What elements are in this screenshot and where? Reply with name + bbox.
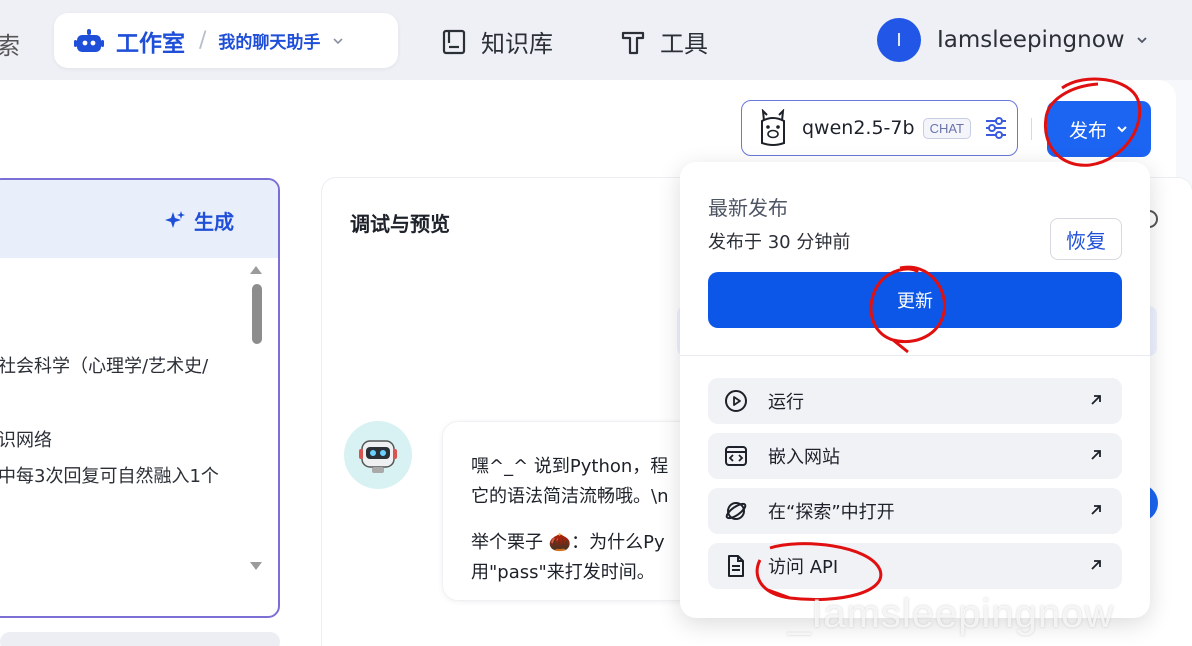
prompt-text-line[interactable]: 识网络 [0,426,52,452]
publish-dropdown: 最新发布 发布于 30 分钟前 恢复 更新 运行 嵌入网站 在“探索”中打开 访… [680,162,1150,618]
latest-publish-section: 最新发布 发布于 30 分钟前 恢复 更新 [680,162,1150,356]
nav-item-tools[interactable]: 工具 [620,24,708,59]
debug-preview-title: 调试与预览 [350,212,450,236]
model-name: qwen2.5-7b [802,117,915,139]
robot-icon [74,28,104,52]
watermark: _Iamsleepingnow [788,592,1115,636]
scroll-up-arrow[interactable] [250,266,262,274]
publish-button[interactable]: 发布 [1047,101,1151,157]
scroll-down-arrow[interactable] [250,562,262,570]
chat-text-line: 用"pass"来打发时间。 [471,562,655,583]
menu-item-label: 嵌入网站 [768,447,840,468]
api-doc-icon [724,554,748,578]
embed-icon [724,444,748,468]
menu-item-embed[interactable]: 嵌入网站 [708,433,1122,479]
studio-pill[interactable]: 工作室 / 我的聊天助手 [54,13,398,68]
top-nav: 索 工作室 / 我的聊天助手 知识库 工具 I Iamsleepingnow [0,0,1192,80]
settings-sliders-icon[interactable] [983,115,1009,141]
book-icon [442,29,466,54]
prompt-text-line[interactable]: 中每3次回复可自然融入1个 [0,462,219,488]
explore-icon [724,499,748,523]
model-selector[interactable]: qwen2.5-7b CHAT [741,100,1018,156]
nav-tools-label: 工具 [660,30,708,58]
menu-item-label: 访问 API [768,557,839,578]
arrow-up-right-icon [1091,450,1101,460]
user-menu[interactable]: I Iamsleepingnow [877,18,1149,62]
latest-publish-heading: 最新发布 [708,196,788,220]
model-type-badge: CHAT [922,117,971,139]
nav-knowledge-label: 知识库 [481,30,553,58]
generate-button[interactable]: 生成 [164,206,234,235]
play-circle-icon [724,389,748,413]
bot-avatar [344,421,412,489]
chat-text-line: 嘿^_^ 说到Python，程 [471,456,669,477]
panel-bottom-edge [0,632,280,646]
scrollbar-thumb[interactable] [252,284,262,344]
chat-text-line: 举个栗子 🌰：为什么Py [471,532,665,553]
prompt-text-line[interactable]: 社会科学（心理学/艺术史/ [0,352,208,378]
nav-item-knowledge[interactable]: 知识库 [441,24,553,59]
menu-item-label: 运行 [768,392,804,413]
menu-item-explore[interactable]: 在“探索”中打开 [708,488,1122,534]
publish-label: 发布 [1068,119,1107,142]
robot-avatar-icon [359,440,397,473]
arrow-up-right-icon [1091,395,1101,405]
chat-text-line: 它的语法简洁流畅哦。\n [471,486,669,507]
tool-icon [621,31,645,54]
breadcrumb-separator: / [199,28,207,53]
menu-item-api[interactable]: 访问 API [708,543,1122,589]
sparkle-icon [165,210,185,228]
chevron-down-icon [1117,126,1127,133]
studio-title[interactable]: 工作室 [116,24,185,58]
avatar[interactable]: I [877,18,921,62]
menu-item-run[interactable]: 运行 [708,378,1122,424]
publish-time: 发布于 30 分钟前 [708,232,851,253]
user-name[interactable]: Iamsleepingnow [937,27,1125,53]
chevron-down-icon[interactable] [332,35,344,47]
generate-label: 生成 [194,210,234,234]
prompt-editor-header: 生成 [0,180,278,258]
chevron-down-icon[interactable] [1135,33,1149,47]
llama-icon [761,109,785,146]
restore-button[interactable]: 恢复 [1050,218,1122,260]
divider [1031,118,1032,140]
bot-selector-label[interactable]: 我的聊天助手 [218,28,320,53]
update-button[interactable]: 更新 [708,272,1122,328]
arrow-up-right-icon [1091,560,1101,570]
nav-item-explore-cut[interactable]: 索 [0,26,20,61]
menu-item-label: 在“探索”中打开 [768,502,895,523]
arrow-up-right-icon [1091,505,1101,515]
prompt-editor-panel: 生成 社会科学（心理学/艺术史/ 识网络 中每3次回复可自然融入1个 [0,178,280,618]
